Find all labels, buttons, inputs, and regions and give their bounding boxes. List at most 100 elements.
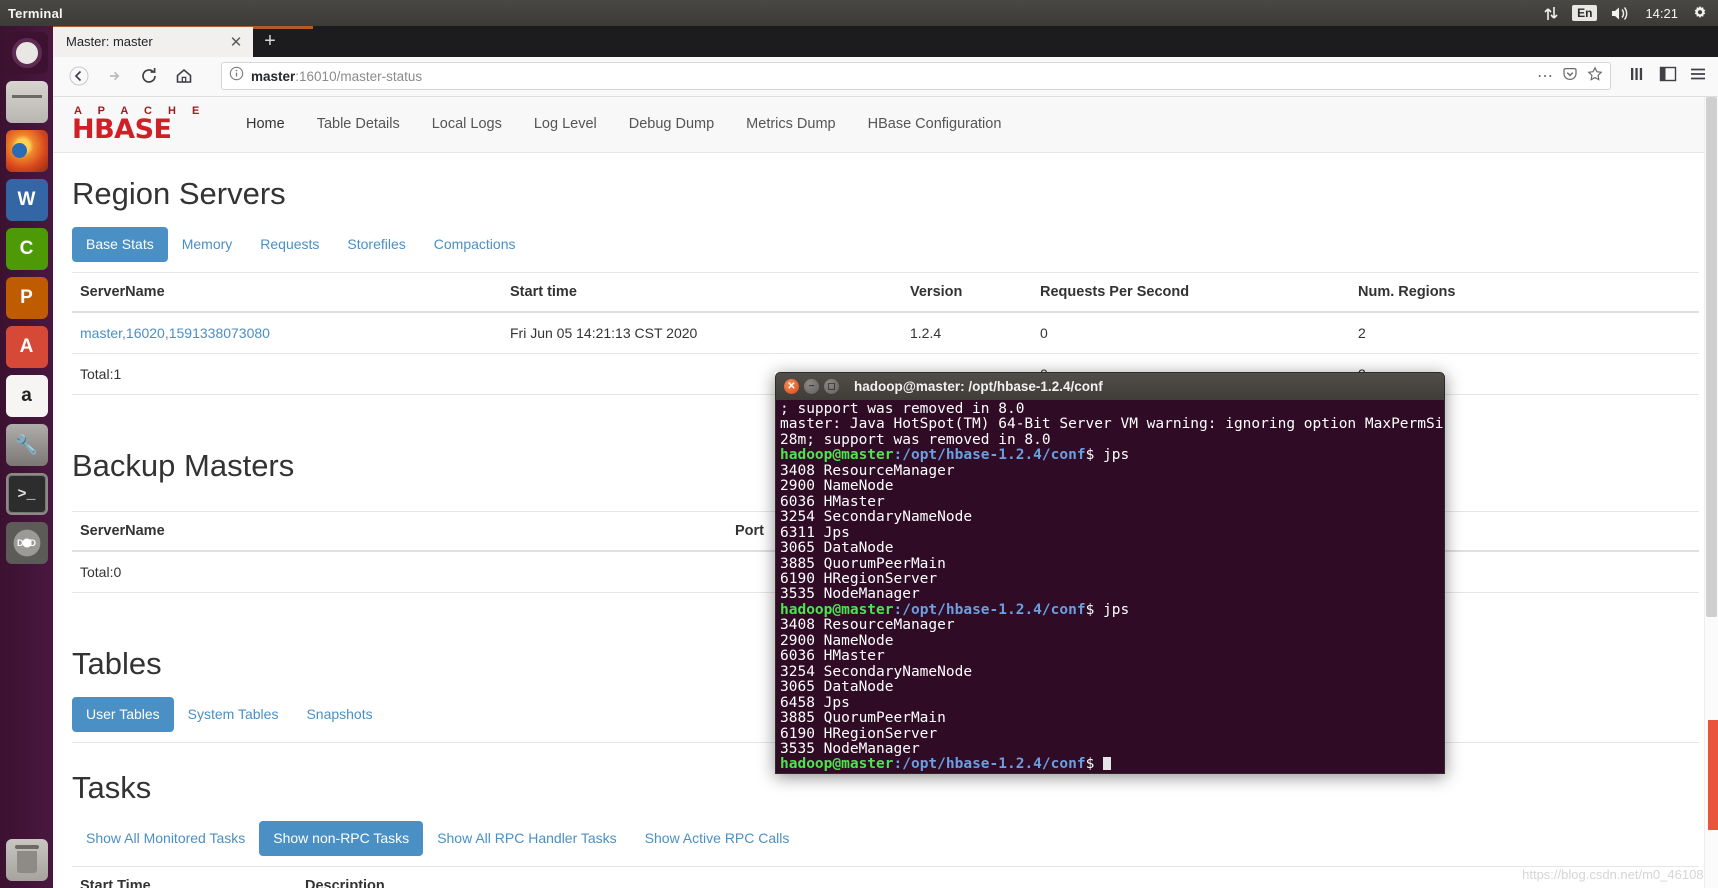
cell-server-name: master,16020,1591338073080 bbox=[72, 311, 502, 354]
page-actions-icon[interactable]: ⋯ bbox=[1537, 66, 1553, 86]
unity-top-panel: Terminal En 14:21 bbox=[0, 0, 1718, 26]
tab-system-tables[interactable]: System Tables bbox=[174, 697, 293, 732]
url-text[interactable]: master:16010/master-status bbox=[251, 69, 422, 84]
tab-show-all-rpc-handler-tasks[interactable]: Show All RPC Handler Tasks bbox=[423, 821, 630, 856]
nav-link-metrics-dump[interactable]: Metrics Dump bbox=[730, 114, 851, 134]
page-info-icon[interactable] bbox=[229, 66, 244, 86]
indicator-area: En 14:21 bbox=[1544, 5, 1718, 21]
network-updown-icon[interactable] bbox=[1544, 6, 1558, 21]
tab-snapshots[interactable]: Snapshots bbox=[292, 697, 386, 732]
volume-icon[interactable] bbox=[1611, 6, 1631, 21]
terminal-line: 6190 HRegionServer bbox=[780, 725, 938, 742]
launcher-item-files[interactable] bbox=[5, 81, 48, 123]
hbase-logo[interactable]: A P A C H E HBASE bbox=[72, 105, 220, 143]
close-window-icon[interactable]: ✕ bbox=[784, 379, 799, 394]
server-name-link[interactable]: master,16020,1591338073080 bbox=[80, 325, 270, 341]
terminal-window: ✕ − ◻ hadoop@master: /opt/hbase-1.2.4/co… bbox=[775, 372, 1445, 774]
launcher-item-firefox[interactable] bbox=[5, 130, 48, 172]
launcher-item-ubuntu-software[interactable]: A bbox=[5, 326, 48, 368]
terminal-line: 6458 Jps bbox=[780, 694, 850, 711]
reload-icon[interactable] bbox=[133, 60, 165, 92]
maximize-window-icon[interactable]: ◻ bbox=[824, 379, 839, 394]
terminal-output[interactable]: ; support was removed in 8.0 master: Java… bbox=[775, 400, 1445, 774]
launcher-item-dash-home[interactable] bbox=[5, 32, 48, 74]
terminal-line: 3885 QuorumPeerMain bbox=[780, 555, 946, 572]
tab-show-all-monitored-tasks[interactable]: Show All Monitored Tasks bbox=[72, 821, 259, 856]
minimize-window-icon[interactable]: − bbox=[804, 379, 819, 394]
terminal-prompt-path: :/opt/hbase-1.2.4/conf bbox=[893, 756, 1086, 773]
table-header-row: Start Time Description bbox=[72, 865, 1699, 888]
terminal-command: $ bbox=[1085, 756, 1104, 773]
nav-link-local-logs[interactable]: Local Logs bbox=[416, 114, 518, 134]
tab-requests[interactable]: Requests bbox=[246, 227, 333, 262]
scrollbar-thumb[interactable] bbox=[1706, 96, 1717, 617]
tab-memory[interactable]: Memory bbox=[168, 227, 247, 262]
cell-version: 1.2.4 bbox=[902, 311, 1032, 354]
forward-arrow-icon bbox=[98, 60, 130, 92]
hamburger-menu-icon[interactable] bbox=[1688, 65, 1708, 88]
tab-show-non-rpc-tasks[interactable]: Show non-RPC Tasks bbox=[259, 820, 424, 856]
gear-icon[interactable] bbox=[1692, 5, 1708, 21]
launcher-item-libreoffice-calc[interactable]: C bbox=[5, 228, 48, 270]
terminal-prompt-user: hadoop@master bbox=[780, 756, 894, 773]
launcher-item-system-settings[interactable]: 🔧 bbox=[5, 424, 48, 466]
tab-storefiles[interactable]: Storefiles bbox=[333, 227, 419, 262]
launcher-item-amazon[interactable]: a bbox=[5, 375, 48, 417]
terminal-prompt-path: :/opt/hbase-1.2.4/conf bbox=[893, 601, 1086, 618]
terminal-line: 3065 DataNode bbox=[780, 679, 894, 696]
col-start-time: Start time bbox=[502, 271, 902, 313]
close-icon[interactable]: ✕ bbox=[227, 33, 245, 51]
library-icon[interactable] bbox=[1628, 65, 1648, 88]
pocket-icon[interactable] bbox=[1562, 66, 1578, 87]
launcher-item-libreoffice-writer[interactable]: W bbox=[5, 179, 48, 221]
terminal-line: 2900 NameNode bbox=[780, 478, 894, 495]
terminal-line: hadoop@master:/opt/hbase-1.2.4/conf$ jps bbox=[780, 448, 1440, 463]
sidebar-icon[interactable] bbox=[1658, 65, 1678, 88]
col-requests-per-second: Requests Per Second bbox=[1032, 271, 1350, 313]
plus-icon[interactable]: + bbox=[253, 27, 287, 57]
nav-link-home[interactable]: Home bbox=[230, 114, 301, 134]
col-task-description: Description bbox=[297, 865, 957, 888]
nav-link-hbase-configuration[interactable]: HBase Configuration bbox=[852, 114, 1018, 134]
tab-user-tables[interactable]: User Tables bbox=[72, 696, 174, 732]
browser-toolbar-right bbox=[1622, 65, 1708, 88]
scrollbar-accent-marker bbox=[1708, 720, 1718, 830]
cell-start-time: Fri Jun 05 14:21:13 CST 2020 bbox=[502, 311, 902, 354]
url-action-icons: ⋯ bbox=[1537, 66, 1603, 87]
launcher-item-terminal[interactable]: >_ bbox=[5, 473, 48, 515]
url-bar[interactable]: master:16010/master-status ⋯ bbox=[221, 62, 1611, 91]
nav-link-debug-dump[interactable]: Debug Dump bbox=[613, 114, 730, 134]
launcher-item-dvd[interactable]: DVD bbox=[5, 522, 48, 564]
browser-tab[interactable]: Master: master ✕ bbox=[53, 26, 253, 57]
col-task-start-time: Start Time bbox=[72, 865, 297, 888]
terminal-command: $ jps bbox=[1085, 447, 1130, 464]
col-server-name: ServerName bbox=[72, 271, 502, 313]
tasks-heading: Tasks bbox=[72, 769, 152, 805]
col-version: Version bbox=[902, 271, 1032, 313]
terminal-prompt-user: hadoop@master bbox=[780, 447, 894, 464]
hbase-navbar: A P A C H E HBASE Home Table Details Loc… bbox=[53, 96, 1718, 153]
terminal-line: 3254 SecondaryNameNode bbox=[780, 663, 973, 680]
region-servers-heading: Region Servers bbox=[72, 175, 286, 211]
launcher-item-libreoffice-impress[interactable]: P bbox=[5, 277, 48, 319]
page-scrollbar[interactable] bbox=[1704, 96, 1718, 888]
url-path: :16010/master-status bbox=[295, 68, 423, 84]
home-icon[interactable] bbox=[168, 60, 200, 92]
tab-base-stats[interactable]: Base Stats bbox=[72, 226, 168, 262]
tab-compactions[interactable]: Compactions bbox=[420, 227, 530, 262]
terminal-titlebar[interactable]: ✕ − ◻ hadoop@master: /opt/hbase-1.2.4/co… bbox=[775, 372, 1445, 400]
nav-link-table-details[interactable]: Table Details bbox=[301, 114, 416, 134]
tab-show-active-rpc-calls[interactable]: Show Active RPC Calls bbox=[631, 821, 804, 856]
language-indicator[interactable]: En bbox=[1572, 5, 1598, 21]
clock-indicator[interactable]: 14:21 bbox=[1645, 6, 1678, 21]
terminal-line: 6190 HRegionServer bbox=[780, 570, 938, 587]
star-icon[interactable] bbox=[1587, 66, 1603, 87]
back-arrow-icon[interactable] bbox=[63, 60, 95, 92]
terminal-line: 3535 NodeManager bbox=[780, 586, 920, 603]
terminal-line: 6036 HMaster bbox=[780, 648, 885, 665]
terminal-line: hadoop@master:/opt/hbase-1.2.4/conf$ jps bbox=[780, 601, 1440, 618]
terminal-line: 3408 ResourceManager bbox=[780, 617, 955, 634]
nav-link-log-level[interactable]: Log Level bbox=[518, 114, 613, 134]
region-servers-tabs: Base Stats Memory Requests Storefiles Co… bbox=[72, 226, 1699, 262]
launcher-item-trash[interactable] bbox=[5, 839, 48, 881]
